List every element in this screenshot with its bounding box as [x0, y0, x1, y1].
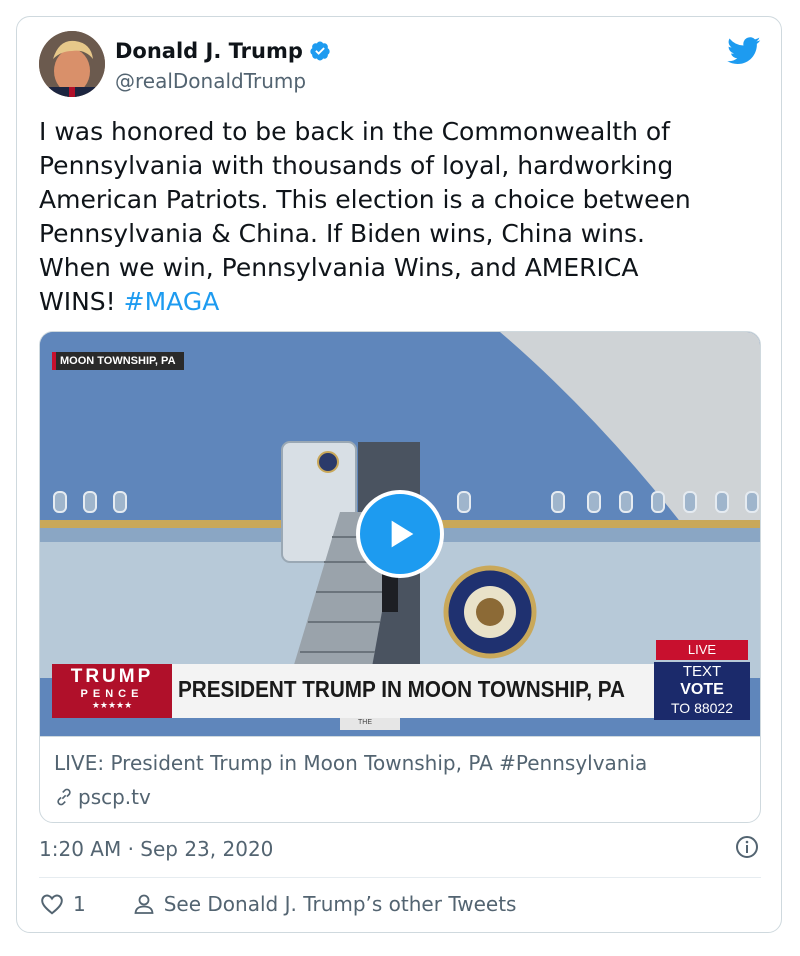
hashtag-link[interactable]: #MAGA	[124, 287, 220, 316]
author-name-row[interactable]: Donald J. Trump	[115, 39, 331, 63]
heart-icon	[41, 894, 63, 915]
tweet-text-line-last: WINS! #MAGA	[39, 285, 759, 319]
vote-label: VOTE	[680, 681, 724, 698]
link-url[interactable]: pscp.tv	[78, 785, 151, 809]
tweet-text-line: When we win, Pennsylvania Wins, and AMER…	[39, 253, 639, 282]
trump-pence-logo: TRUMP PENCE ★★★★★	[52, 666, 172, 711]
tweet-timestamp[interactable]: 1:20 AM · Sep 23, 2020	[39, 837, 273, 861]
tweet-text-line: American Patriots. This election is a ch…	[39, 185, 691, 214]
tweet-text-tail: WINS!	[39, 287, 116, 316]
lower-third-headline: PRESIDENT TRUMP IN MOON TOWNSHIP, PA	[178, 676, 626, 702]
text-label: TEXT	[682, 663, 722, 680]
text-vote-box: TEXT VOTE TO 88022	[654, 663, 750, 717]
tweet-text-line: Pennsylvania & China. If Biden wins, Chi…	[39, 219, 645, 248]
like-count: 1	[73, 892, 86, 916]
logo-top: TRUMP	[70, 666, 154, 687]
person-icon	[134, 894, 154, 914]
info-icon[interactable]	[735, 835, 759, 859]
avatar[interactable]	[39, 31, 105, 97]
play-button[interactable]	[356, 490, 444, 578]
to-number: TO 88022	[670, 700, 733, 716]
see-more-label[interactable]: See Donald J. Trump’s other Tweets	[164, 892, 517, 916]
video-player[interactable]: MOON TOWNSHIP, PA LIVE TRUMP PENCE ★★★★★…	[40, 332, 760, 736]
media-card[interactable]: MOON TOWNSHIP, PA LIVE TRUMP PENCE ★★★★★…	[39, 331, 761, 823]
location-tag: MOON TOWNSHIP, PA	[60, 355, 176, 367]
author-handle[interactable]: @realDonaldTrump	[115, 69, 306, 93]
twitter-bird-icon[interactable]	[727, 37, 761, 65]
see-more-tweets-link[interactable]: See Donald J. Trump’s other Tweets	[132, 892, 517, 916]
small-caption: THE	[358, 719, 372, 726]
like-button[interactable]: 1	[39, 891, 86, 917]
logo-stars: ★★★★★	[91, 700, 133, 710]
link-title[interactable]: LIVE: President Trump in Moon Township, …	[54, 751, 647, 775]
avatar-image	[39, 31, 105, 97]
tweet-card: Donald J. Trump @realDonaldTrump I was h…	[16, 16, 782, 933]
tweet-actions: 1 See Donald J. Trump’s other Tweets	[39, 891, 516, 917]
author-name[interactable]: Donald J. Trump	[115, 39, 303, 63]
divider	[39, 877, 761, 878]
tweet-text-line: Pennsylvania with thousands of loyal, ha…	[39, 151, 674, 180]
live-label: LIVE	[687, 642, 717, 657]
tweet-text-line: I was honored to be back in the Commonwe…	[39, 117, 670, 146]
link-icon	[57, 788, 71, 806]
link-preview[interactable]: LIVE: President Trump in Moon Township, …	[40, 736, 760, 822]
verified-badge-icon	[310, 41, 330, 61]
link-url-row[interactable]: pscp.tv	[54, 785, 151, 809]
logo-bottom: PENCE	[80, 688, 144, 700]
tweet-text: I was honored to be back in the Commonwe…	[39, 115, 759, 319]
play-icon	[391, 520, 414, 548]
